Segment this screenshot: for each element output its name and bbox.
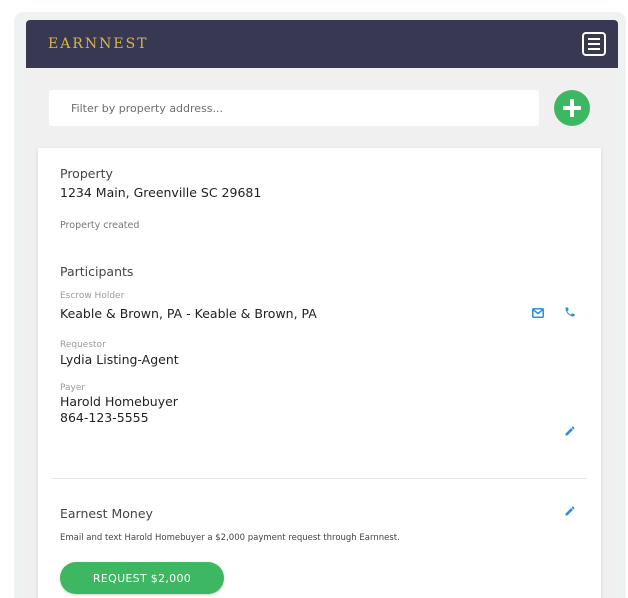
requestor-value: Lydia Listing-Agent	[60, 352, 179, 367]
property-section-title: Property	[60, 166, 113, 181]
participants-section-title: Participants	[60, 264, 134, 279]
earnest-money-description: Email and text Harold Homebuyer a $2,000…	[60, 533, 400, 543]
phone-icon[interactable]	[564, 306, 576, 318]
payer-label: Payer	[60, 383, 86, 393]
brand-logo-text: EARNNEST	[48, 36, 149, 52]
property-status: Property created	[60, 220, 140, 231]
mail-icon[interactable]	[532, 308, 544, 318]
edit-earnest-money-pencil-icon[interactable]	[564, 505, 576, 517]
menu-line	[588, 38, 600, 40]
property-address: 1234 Main, Greenville SC 29681	[60, 185, 262, 200]
section-divider	[52, 478, 587, 479]
property-filter-input[interactable]	[49, 90, 539, 126]
property-card: Property 1234 Main, Greenville SC 29681 …	[38, 148, 601, 598]
payer-name: Harold Homebuyer	[60, 394, 178, 409]
request-payment-button[interactable]: REQUEST $2,000	[60, 562, 224, 594]
edit-payer-pencil-icon[interactable]	[564, 425, 576, 437]
payer-phone: 864-123-5555	[60, 410, 149, 425]
menu-line	[588, 43, 600, 45]
earnest-money-title: Earnest Money	[60, 506, 153, 521]
app-panel: EARNNEST Property 1234 Main, Greenville …	[26, 20, 618, 598]
requestor-label: Requestor	[60, 340, 106, 350]
menu-icon[interactable]	[582, 32, 606, 56]
app-header: EARNNEST	[26, 20, 618, 68]
filter-bar	[26, 68, 618, 148]
escrow-holder-value: Keable & Brown, PA - Keable & Brown, PA	[60, 306, 317, 321]
escrow-holder-label: Escrow Holder	[60, 291, 125, 301]
add-property-button[interactable]	[554, 90, 590, 126]
menu-line	[588, 48, 600, 50]
